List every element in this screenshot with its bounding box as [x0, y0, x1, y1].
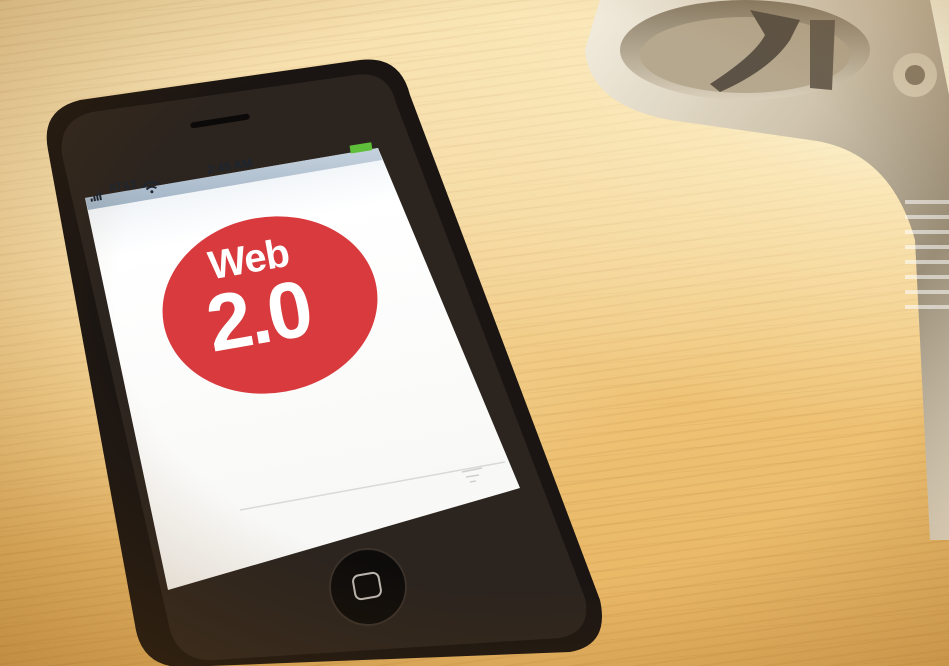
- home-button: [329, 548, 407, 626]
- photo-scene: AT&T 2:45 AM Web 2.0: [0, 0, 949, 666]
- smartphone: [46, 59, 602, 666]
- logo-version-text: 2.0: [200, 263, 317, 369]
